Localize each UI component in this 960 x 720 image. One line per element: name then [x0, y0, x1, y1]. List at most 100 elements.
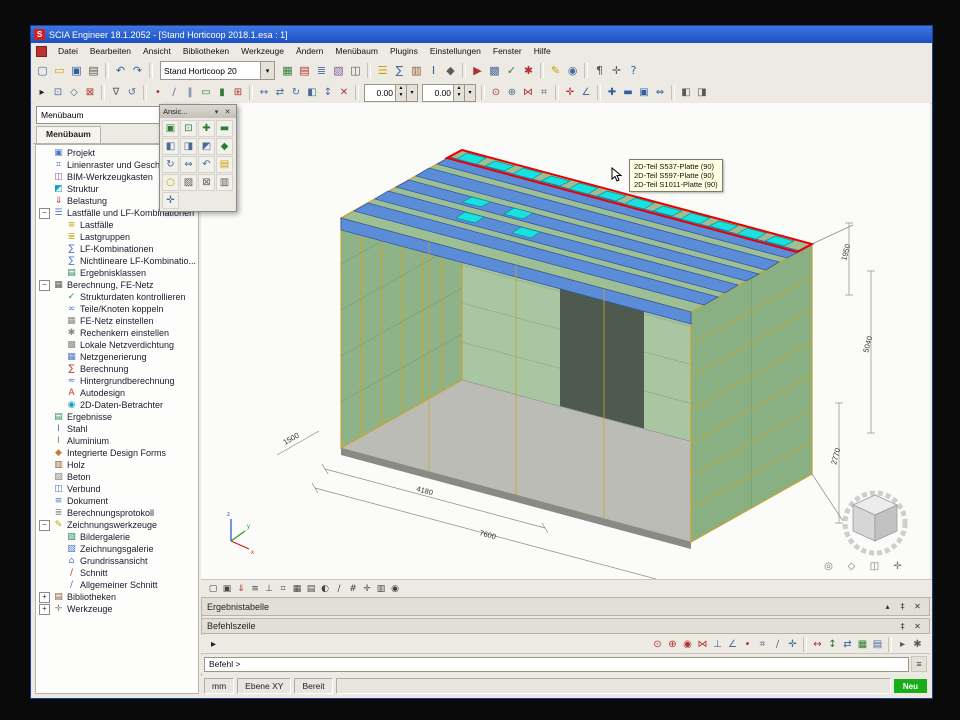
- show-local-axes-icon[interactable]: ⌗: [276, 582, 290, 596]
- cross-sections-icon[interactable]: I: [425, 62, 442, 79]
- tree-item-zeichnungswerkzeuge[interactable]: −✎Zeichnungswerkzeuge: [36, 519, 198, 531]
- track-z-icon[interactable]: ⇄: [840, 637, 855, 652]
- menu-werkzeuge[interactable]: Werkzeuge: [235, 44, 290, 58]
- stretch-icon[interactable]: ↕: [320, 85, 336, 101]
- tree-collapse-icon[interactable]: −: [39, 280, 50, 291]
- screenshot-icon[interactable]: ◉: [564, 62, 581, 79]
- coord-angle-icon[interactable]: ∠: [578, 85, 594, 101]
- tree-item-stahl[interactable]: IStahl: [36, 423, 198, 435]
- render-mode-icon[interactable]: ▨: [180, 174, 197, 191]
- snap-settings-icon[interactable]: ✱: [910, 637, 925, 652]
- check-structure-icon[interactable]: ✓: [503, 62, 520, 79]
- section-display-icon[interactable]: ∕: [332, 582, 346, 596]
- previous-selection-icon[interactable]: ↺: [124, 85, 140, 101]
- spin-down-icon[interactable]: ▼: [454, 92, 464, 99]
- split-view-icon[interactable]: ◫: [867, 559, 882, 574]
- palette-title-bar[interactable]: Ansic... ▾ ✕: [160, 105, 236, 118]
- view-cube-icon[interactable]: ◇: [844, 559, 859, 574]
- menu-ansicht[interactable]: Ansicht: [137, 44, 177, 58]
- view-front-icon[interactable]: ◧: [162, 138, 179, 155]
- display-settings-icon[interactable]: ✛: [360, 582, 374, 596]
- light-settings-icon[interactable]: ○: [162, 174, 179, 191]
- table-edit-icon[interactable]: ▥: [374, 582, 388, 596]
- render-wireframe-icon[interactable]: ▢: [206, 582, 220, 596]
- selection-filter-icon[interactable]: ∇: [108, 85, 124, 101]
- command-history-icon[interactable]: ≡: [911, 656, 927, 672]
- render-shaded-icon[interactable]: ▣: [220, 582, 234, 596]
- spin-up-icon[interactable]: ▲: [396, 85, 406, 92]
- tree-item-berechnung[interactable]: ∑Berechnung: [36, 363, 198, 375]
- add-opening-icon[interactable]: ⊞: [230, 85, 246, 101]
- deselect-all-icon[interactable]: ⊠: [82, 85, 98, 101]
- activity-icon[interactable]: ◐: [318, 582, 332, 596]
- numbering-icon[interactable]: #: [346, 582, 360, 596]
- zoom-in-icon[interactable]: ✚: [604, 85, 620, 101]
- snap-point-icon[interactable]: ⊙: [488, 85, 504, 101]
- model-viewport[interactable]: 4180 7600 1500 1950 5040 2770 z x y 2D-T…: [201, 103, 930, 579]
- clipping-box-icon[interactable]: ⊠: [198, 174, 215, 191]
- tree-item-lastgruppen[interactable]: ≣Lastgruppen: [36, 231, 198, 243]
- command-input[interactable]: Befehl >: [204, 657, 909, 672]
- view-top-icon[interactable]: ◩: [198, 138, 215, 155]
- close-panel-icon[interactable]: ✕: [911, 620, 924, 633]
- layout-manager-icon[interactable]: ◫: [347, 62, 364, 79]
- menu-plugins[interactable]: Plugins: [384, 44, 424, 58]
- tree-item-2d-daten-betrachter[interactable]: ◉2D-Daten-Betrachter: [36, 399, 198, 411]
- calculation-icon[interactable]: ▶: [469, 62, 486, 79]
- zoom-extents-icon[interactable]: ◎: [821, 559, 836, 574]
- status-unit[interactable]: mm: [204, 678, 234, 694]
- pan-icon[interactable]: ⇔: [652, 85, 668, 101]
- mesh-generation-icon[interactable]: ▩: [486, 62, 503, 79]
- expand-panel-icon[interactable]: ▴: [881, 600, 894, 613]
- delete-icon[interactable]: ✕: [336, 85, 352, 101]
- previous-view-icon[interactable]: ↶: [198, 156, 215, 173]
- x-coordinate-input[interactable]: 0.00 ▲▼ ▾: [364, 84, 418, 102]
- help-icon[interactable]: ?: [625, 62, 642, 79]
- results-table-icon[interactable]: ▤: [296, 62, 313, 79]
- tree-item-allgemeiner-schnitt[interactable]: ∕Allgemeiner Schnitt: [36, 579, 198, 591]
- tree-item-aluminium[interactable]: IAluminium: [36, 435, 198, 447]
- tree-collapse-icon[interactable]: −: [39, 208, 50, 219]
- layers-icon[interactable]: ▤: [304, 582, 318, 596]
- menu-bearbeiten[interactable]: Bearbeiten: [84, 44, 137, 58]
- copy-icon[interactable]: ⇄: [272, 85, 288, 101]
- tree-item-teile-knoten-koppeln[interactable]: ∞Teile/Knoten koppeln: [36, 303, 198, 315]
- snap-grid-points-icon[interactable]: ⌗: [755, 637, 770, 652]
- tree-item-ergebnisklassen[interactable]: ▤Ergebnisklassen: [36, 267, 198, 279]
- move-icon[interactable]: ↔: [256, 85, 272, 101]
- tree-item-bildergalerie[interactable]: ▧Bildergalerie: [36, 531, 198, 543]
- navigation-cube[interactable]: [835, 483, 915, 557]
- tree-item-lf-kombinationen[interactable]: ∑LF-Kombinationen: [36, 243, 198, 255]
- tab-menubaum[interactable]: Menübaum: [36, 126, 101, 143]
- snap-center-icon[interactable]: ◉: [680, 637, 695, 652]
- close-panel-icon[interactable]: ✕: [911, 600, 924, 613]
- title-bar[interactable]: S SCIA Engineer 18.1.2052 - [Stand Horti…: [31, 26, 932, 43]
- x-spinner-caret-icon[interactable]: ▾: [406, 85, 417, 101]
- tree-item-holz[interactable]: ▥Holz: [36, 459, 198, 471]
- track-y-icon[interactable]: ↕: [825, 637, 840, 652]
- auto-hide-pin-icon[interactable]: ‡: [896, 600, 909, 613]
- zoom-all-icon[interactable]: ▣: [162, 120, 179, 137]
- menu-ndern[interactable]: Ändern: [290, 44, 329, 58]
- menu-fenster[interactable]: Fenster: [487, 44, 528, 58]
- show-loads-icon[interactable]: ⇓: [234, 582, 248, 596]
- snap-tangent-icon[interactable]: ∠: [725, 637, 740, 652]
- tree-item-fe-netz-einstellen[interactable]: ▦FE-Netz einstellen: [36, 315, 198, 327]
- close-palette-icon[interactable]: ✕: [222, 108, 233, 116]
- auto-hide-pin-icon[interactable]: ‡: [896, 620, 909, 633]
- spin-up-icon[interactable]: ▲: [454, 85, 464, 92]
- tree-item-hintergrundberechnung[interactable]: ≈Hintergrundberechnung: [36, 375, 198, 387]
- show-supports-icon[interactable]: ⊥: [262, 582, 276, 596]
- line-grid-icon[interactable]: ▤: [870, 637, 885, 652]
- engineering-report-icon[interactable]: ≣: [313, 62, 330, 79]
- autodesign-icon[interactable]: ✱: [520, 62, 537, 79]
- table-input-icon[interactable]: ▦: [279, 62, 296, 79]
- rotate-icon[interactable]: ↻: [288, 85, 304, 101]
- pick-cursor-icon[interactable]: ▸: [206, 637, 221, 652]
- snap-perpendicular-icon[interactable]: ⊥: [710, 637, 725, 652]
- tree-item-berechnung-fe-netz[interactable]: −▦Berechnung, FE-Netz: [36, 279, 198, 291]
- tree-item-lokale-netzverdichtung[interactable]: ▩Lokale Netzverdichtung: [36, 339, 198, 351]
- tree-item-integrierte-design-forms[interactable]: ◆Integrierte Design Forms: [36, 447, 198, 459]
- ortho-mode-icon[interactable]: ✛: [785, 637, 800, 652]
- mirror-icon[interactable]: ◧: [304, 85, 320, 101]
